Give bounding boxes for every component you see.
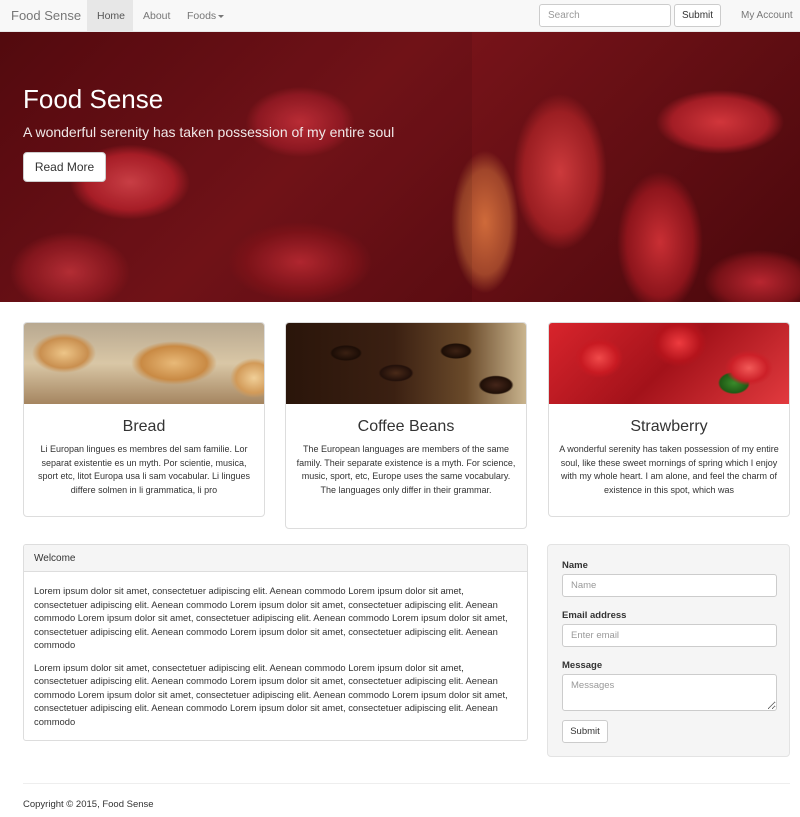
welcome-panel-heading: Welcome: [24, 545, 527, 572]
nav-item-about[interactable]: About: [133, 0, 180, 32]
brand-logo[interactable]: Food Sense: [11, 8, 81, 23]
email-field[interactable]: [562, 624, 777, 647]
hero-banner: Food Sense A wonderful serenity has take…: [0, 32, 800, 302]
nav-item-foods-label: Foods: [187, 10, 217, 22]
message-field[interactable]: [562, 674, 777, 711]
bread-image: [24, 323, 264, 404]
hero-subtitle: A wonderful serenity has taken possessio…: [23, 124, 395, 140]
card-text: The European languages are members of th…: [296, 444, 516, 495]
card-text: Li Europan lingues es membres del sam fa…: [37, 444, 251, 495]
card-bread: Bread Li Europan lingues es membres del …: [23, 322, 265, 517]
card-title: Bread: [122, 418, 166, 435]
strawberry-image: [549, 323, 789, 404]
name-field[interactable]: [562, 574, 777, 597]
card-strawberry: Strawberry A wonderful serenity has take…: [548, 322, 790, 517]
search-input[interactable]: [539, 4, 671, 27]
name-label: Name: [562, 560, 588, 571]
welcome-paragraph: Lorem ipsum dolor sit amet, consectetuer…: [34, 661, 508, 727]
nav-item-home[interactable]: Home: [87, 0, 133, 32]
coffee-beans-image: [286, 323, 526, 404]
my-account-link[interactable]: My Account: [741, 0, 793, 32]
welcome-panel: Welcome Lorem ipsum dolor sit amet, cons…: [23, 544, 528, 741]
search-submit-button[interactable]: Submit: [674, 4, 721, 27]
contact-submit-button[interactable]: Submit: [562, 720, 608, 743]
navbar: Food Sense Home About Foods Submit My Ac…: [0, 0, 800, 32]
welcome-paragraph: Lorem ipsum dolor sit amet, consectetuer…: [34, 585, 508, 650]
card-title: Coffee Beans: [357, 418, 455, 435]
hero-title: Food Sense: [23, 84, 164, 114]
card-text: A wonderful serenity has taken possessio…: [559, 444, 779, 495]
welcome-panel-body: Lorem ipsum dolor sit amet, consectetuer…: [24, 572, 527, 728]
card-title: Strawberry: [630, 418, 708, 435]
footer-divider: [23, 783, 790, 784]
caret-down-icon: [218, 14, 225, 18]
email-label: Email address: [562, 610, 627, 621]
nav-item-foods[interactable]: Foods: [177, 0, 234, 32]
contact-form: Name Email address Message Submit: [547, 544, 790, 757]
message-label: Message: [562, 660, 603, 671]
card-coffee-beans: Coffee Beans The European languages are …: [285, 322, 527, 529]
read-more-button[interactable]: Read More: [23, 152, 106, 182]
footer-copyright: Copyright © 2015, Food Sense: [23, 799, 154, 810]
